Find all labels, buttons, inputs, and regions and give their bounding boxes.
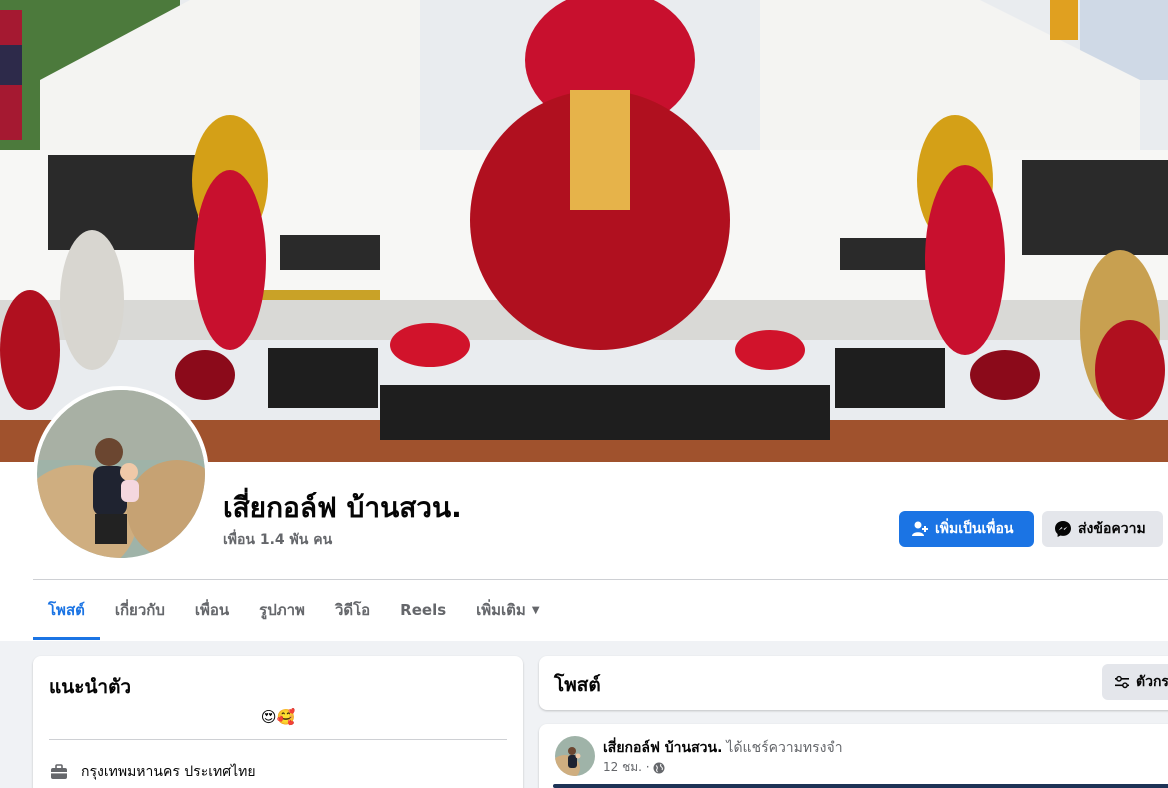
- profile-header: เสี่ยกอล์ฟ บ้านสวน. เพื่อน 1.4 พัน คน เพ…: [0, 0, 1168, 641]
- tab-photos[interactable]: รูปภาพ: [244, 580, 320, 640]
- intro-bio: 😍🥰: [260, 708, 296, 726]
- tab-friends-label: เพื่อน: [194, 601, 230, 619]
- post-meta: 12 ชม. ·: [603, 758, 665, 777]
- add-friend-button[interactable]: เพิ่มเป็นเพื่อน: [899, 511, 1034, 547]
- tab-friends[interactable]: เพื่อน: [180, 580, 244, 640]
- post-author-avatar[interactable]: [555, 736, 595, 776]
- avatar-image: [37, 390, 205, 558]
- briefcase-icon: [49, 762, 69, 782]
- profile-name: เสี่ยกอล์ฟ บ้านสวน.: [223, 491, 462, 524]
- intro-card: แนะนำตัว 😍🥰 กรุงเทพมหานคร ประเทศไทย: [33, 656, 523, 788]
- message-button[interactable]: ส่งข้อความ: [1042, 511, 1163, 547]
- tab-more-label: เพิ่มเติม: [476, 601, 526, 619]
- add-friend-label: เพิ่มเป็นเพื่อน: [935, 521, 1014, 537]
- tab-videos[interactable]: วิดีโอ: [320, 580, 385, 640]
- post-card: เสี่ยกอล์ฟ บ้านสวน. ได้แชร์ความทรงจำ 12 ช…: [539, 724, 1168, 788]
- tab-posts[interactable]: โพสต์: [33, 580, 100, 640]
- friends-count[interactable]: เพื่อน 1.4 พัน คน: [223, 529, 332, 551]
- posts-title: โพสต์: [554, 674, 601, 696]
- profile-tabs: โพสต์ เกี่ยวกับ เพื่อน รูปภาพ วิดีโอ Ree…: [33, 580, 555, 640]
- messenger-icon: [1054, 520, 1072, 538]
- tab-reels-label: Reels: [400, 601, 447, 619]
- profile-picture[interactable]: [33, 386, 209, 562]
- tab-reels[interactable]: Reels: [385, 580, 461, 640]
- tab-about-label: เกี่ยวกับ: [114, 601, 165, 619]
- tab-more[interactable]: เพิ่มเติม ▼: [461, 580, 554, 640]
- globe-icon[interactable]: [653, 762, 665, 774]
- post-author-name[interactable]: เสี่ยกอล์ฟ บ้านสวน.: [603, 740, 722, 756]
- post-media-edge: [553, 784, 1168, 788]
- post-time[interactable]: 12 ชม. ·: [603, 758, 650, 777]
- sliders-icon: [1114, 674, 1130, 690]
- filter-button[interactable]: ตัวกรอง: [1102, 664, 1168, 700]
- intro-location-row: กรุงเทพมหานคร ประเทศไทย: [49, 761, 256, 783]
- post-header: เสี่ยกอล์ฟ บ้านสวน. ได้แชร์ความทรงจำ: [603, 737, 843, 759]
- tab-about[interactable]: เกี่ยวกับ: [100, 580, 180, 640]
- intro-divider: [49, 739, 507, 740]
- message-label: ส่งข้อความ: [1078, 521, 1146, 537]
- tab-videos-label: วิดีโอ: [334, 601, 371, 619]
- cover-photo[interactable]: [0, 0, 1168, 462]
- tab-posts-label: โพสต์: [48, 601, 85, 619]
- intro-location: กรุงเทพมหานคร ประเทศไทย: [81, 764, 256, 780]
- tab-photos-label: รูปภาพ: [259, 601, 305, 619]
- filter-label: ตัวกรอง: [1136, 674, 1168, 690]
- person-plus-icon: [911, 520, 929, 538]
- intro-title: แนะนำตัว: [49, 676, 132, 698]
- post-action-text: ได้แชร์ความทรงจำ: [726, 740, 843, 756]
- posts-header-card: โพสต์ ตัวกรอง: [539, 656, 1168, 710]
- caret-down-icon: ▼: [531, 604, 540, 616]
